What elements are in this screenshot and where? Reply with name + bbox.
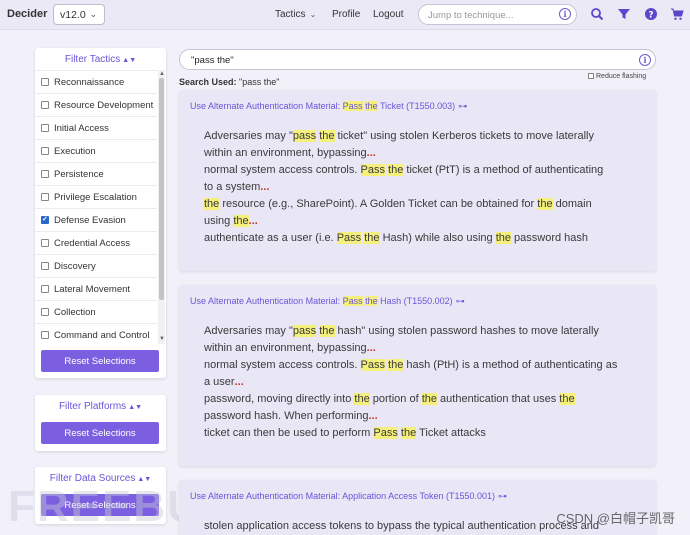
version-select[interactable]: v12.0 ⌄ [53, 4, 105, 25]
tactic-checkbox[interactable] [41, 124, 49, 132]
tactic-checkbox-checked[interactable] [41, 215, 49, 224]
jump-placeholder: Jump to technique... [428, 10, 514, 21]
link-icon: ⊶ [498, 491, 508, 501]
title-text: Hash (T1550.002) [377, 296, 453, 306]
search-used-value: "pass the" [239, 77, 280, 87]
result-title-link[interactable]: Use Alternate Authentication Material: P… [190, 101, 467, 112]
title-text: Use Alternate Authentication Material: A… [190, 491, 496, 501]
tactic-item[interactable]: Credential Access [35, 231, 157, 254]
search-used-text: Search Used: "pass the" [179, 77, 279, 87]
tactic-checkbox[interactable] [41, 147, 49, 155]
brand-logo[interactable]: Decider [7, 8, 47, 20]
tactic-label: Command and Control [54, 330, 150, 341]
filter-platforms-panel: Filter Platforms ▲▼ Reset Selections [35, 395, 166, 451]
tactic-label: Discovery [54, 261, 96, 272]
cart-icon[interactable] [670, 7, 684, 21]
result-title-link[interactable]: Use Alternate Authentication Material: A… [190, 491, 507, 502]
tactic-checkbox[interactable] [41, 78, 49, 86]
info-icon[interactable]: i [639, 54, 651, 66]
info-icon[interactable]: i [559, 8, 571, 20]
version-value: v12.0 [60, 9, 86, 21]
filter-platforms-title: Filter Platforms [58, 401, 127, 412]
tactic-checkbox[interactable] [41, 331, 49, 339]
search-input[interactable]: "pass the" [179, 49, 656, 70]
search-used-label: Search Used: [179, 77, 237, 87]
scroll-down-icon[interactable]: ▼ [159, 336, 165, 342]
link-icon: ⊶ [455, 296, 465, 306]
reset-tactics-button[interactable]: Reset Selections [41, 350, 159, 372]
tactic-scrollbar-thumb[interactable] [159, 78, 164, 300]
tactic-label: Defense Evasion [54, 215, 126, 226]
reduce-flashing-label: Reduce flashing [596, 73, 647, 80]
reduce-flashing-toggle[interactable]: Reduce flashing [588, 73, 646, 80]
result-snippet: Adversaries may "pass the hash" using st… [204, 325, 618, 439]
tactic-item[interactable]: Persistence [35, 162, 157, 185]
tactic-label: Persistence [54, 169, 104, 180]
tactic-label: Execution [54, 146, 96, 157]
filter-tactics-header[interactable]: Filter Tactics ▲▼ [35, 48, 166, 70]
tactic-list: Reconnaissance Resource Development Init… [35, 70, 166, 344]
nav-logout[interactable]: Logout [373, 9, 404, 20]
help-icon[interactable]: ? [644, 7, 658, 21]
tactic-checkbox[interactable] [41, 262, 49, 270]
result-card[interactable]: Use Alternate Authentication Material: P… [179, 90, 656, 271]
sort-icon: ▲▼ [122, 57, 137, 64]
reduce-flashing-checkbox[interactable] [588, 73, 594, 79]
tactic-item[interactable]: Command and Control [35, 323, 157, 344]
nav-profile[interactable]: Profile [332, 9, 360, 20]
result-card[interactable]: Use Alternate Authentication Material: P… [179, 285, 656, 466]
scroll-up-icon[interactable]: ▲ [159, 71, 165, 77]
tactic-item[interactable]: Resource Development [35, 93, 157, 116]
tactic-item[interactable]: Discovery [35, 254, 157, 277]
tactic-label: Privilege Escalation [54, 192, 137, 203]
tactic-item[interactable]: Initial Access [35, 116, 157, 139]
csdn-watermark: CSDN @白帽子凯哥 [556, 511, 675, 526]
top-navbar: Decider v12.0 ⌄ Tactics ⌄ Profile Logout … [0, 0, 690, 30]
tactic-item[interactable]: Execution [35, 139, 157, 162]
tactic-item[interactable]: Privilege Escalation [35, 185, 157, 208]
link-icon: ⊶ [458, 101, 468, 111]
search-icon[interactable] [590, 7, 604, 21]
tactic-item[interactable]: Reconnaissance [35, 70, 157, 93]
tactic-item[interactable]: Defense Evasion [35, 208, 157, 231]
tactic-label: Initial Access [54, 123, 109, 134]
tactic-checkbox[interactable] [41, 285, 49, 293]
chevron-down-icon: ⌄ [309, 10, 317, 19]
tactic-item[interactable]: Collection [35, 300, 157, 323]
search-value: "pass the" [191, 55, 234, 66]
nav-tactics-label: Tactics [275, 9, 306, 20]
tactic-label: Resource Development [54, 100, 154, 111]
filter-tactics-panel: Filter Tactics ▲▼ Reconnaissance Resource… [35, 48, 166, 378]
title-highlight: Pass [342, 296, 363, 306]
sort-icon: ▲▼ [128, 404, 143, 411]
tactic-checkbox[interactable] [41, 101, 49, 109]
filter-platforms-header[interactable]: Filter Platforms ▲▼ [35, 395, 166, 417]
tactic-label: Lateral Movement [54, 284, 131, 295]
tactic-checkbox[interactable] [41, 170, 49, 178]
svg-text:?: ? [648, 11, 653, 21]
tactic-label: Reconnaissance [54, 77, 125, 88]
tactic-checkbox[interactable] [41, 193, 49, 201]
filter-icon[interactable] [617, 7, 631, 21]
title-text: Use Alternate Authentication Material: [190, 101, 343, 111]
title-highlight: the [365, 101, 378, 111]
tactic-label: Collection [54, 307, 96, 318]
tactic-checkbox[interactable] [41, 308, 49, 316]
chevron-down-icon: ⌄ [89, 9, 97, 19]
title-text: Use Alternate Authentication Material: [190, 296, 343, 306]
nav-tactics[interactable]: Tactics ⌄ [275, 9, 316, 20]
title-text: Ticket (T1550.003) [377, 101, 456, 111]
tactic-label: Credential Access [54, 238, 131, 249]
tactic-item[interactable]: Lateral Movement [35, 277, 157, 300]
filter-tactics-title: Filter Tactics [64, 54, 121, 65]
result-title-link[interactable]: Use Alternate Authentication Material: P… [190, 296, 465, 307]
result-snippet: Adversaries may "pass the ticket" using … [204, 130, 604, 244]
tactic-checkbox[interactable] [41, 239, 49, 247]
jump-to-technique-input[interactable]: Jump to technique... [418, 4, 577, 25]
reset-platforms-button[interactable]: Reset Selections [41, 422, 159, 444]
title-highlight: the [365, 296, 378, 306]
title-highlight: Pass [342, 101, 363, 111]
